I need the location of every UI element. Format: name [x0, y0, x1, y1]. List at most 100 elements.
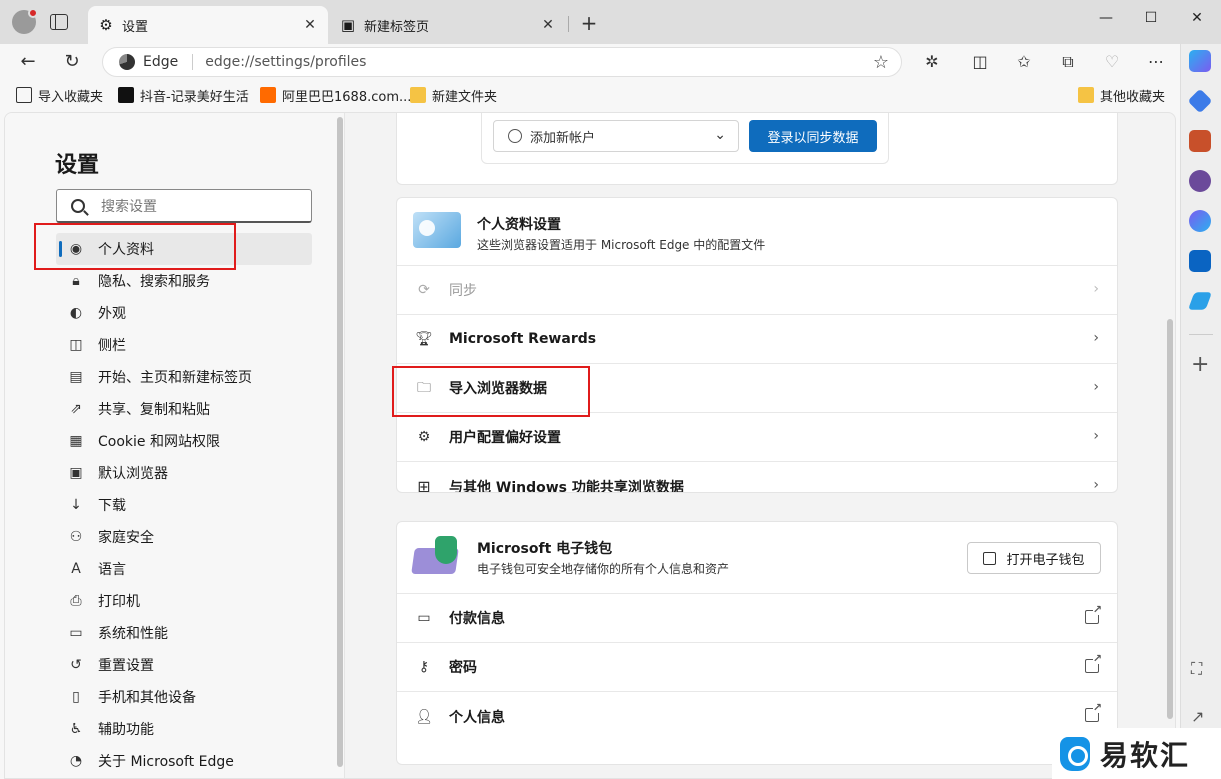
collections-icon[interactable]: ⧉: [1056, 50, 1080, 74]
close-tab-icon[interactable]: ✕: [302, 17, 318, 33]
bookmark-other-favorites[interactable]: 其他收藏夹: [1078, 86, 1166, 105]
microsoft365-icon[interactable]: [1189, 210, 1211, 232]
sidebar-item-sidebar[interactable]: ◫ 侧栏: [56, 329, 312, 361]
bookmark-label: 抖音-记录美好生活: [140, 89, 249, 105]
sidebar-item-label: 外观: [98, 306, 126, 322]
chevron-right-icon: ›: [1093, 379, 1099, 395]
sign-in-sync-button[interactable]: 登录以同步数据: [749, 120, 877, 152]
main-scrollbar[interactable]: [1167, 319, 1173, 719]
favorites-icon[interactable]: ✩: [1012, 50, 1036, 74]
address-bar[interactable]: Edge edge://settings/profiles ☆: [102, 47, 902, 77]
import-favorites-icon: [16, 87, 32, 103]
sidebar-item-accessibility[interactable]: ♿︎ 辅助功能: [56, 713, 312, 745]
gear-icon: ⚙: [99, 16, 113, 34]
search-input[interactable]: 搜索设置: [56, 189, 312, 223]
title-bar: ⚙ 设置 ✕ ▣ 新建标签页 ✕ + — ☐ ✕: [0, 0, 1221, 44]
browser-essentials-icon[interactable]: ♡: [1100, 50, 1124, 74]
row-passwords[interactable]: ⚷ 密码: [397, 643, 1117, 692]
open-external-icon[interactable]: ↗: [1191, 706, 1204, 728]
maximize-button[interactable]: ☐: [1139, 6, 1163, 30]
copilot-icon[interactable]: [1189, 50, 1211, 72]
sidebar-item-about[interactable]: ◔ 关于 Microsoft Edge: [56, 745, 312, 777]
back-button[interactable]: ←: [14, 48, 42, 76]
row-import-browser-data[interactable]: 🗀︎ 导入浏览器数据 ›: [397, 364, 1117, 413]
row-personal-info[interactable]: 👤︎ 个人信息: [397, 692, 1117, 741]
row-profile-preferences[interactable]: ⚙ 用户配置偏好设置 ›: [397, 413, 1117, 462]
sidebar-item-phone[interactable]: ▯ 手机和其他设备: [56, 681, 312, 713]
tools-icon[interactable]: [1189, 130, 1211, 152]
sidebar-item-appearance[interactable]: ◐ 外观: [56, 297, 312, 329]
tab-label: 新建标签页: [364, 19, 430, 35]
printer-icon: ⎙: [70, 593, 82, 609]
favorite-star-icon[interactable]: ☆: [873, 52, 889, 73]
sidebar-item-share[interactable]: ⇗ 共享、复制和粘贴: [56, 393, 312, 425]
profile-settings-header: 个人资料设置 这些浏览器设置适用于 Microsoft Edge 中的配置文件: [397, 198, 1117, 266]
nav-scrollbar[interactable]: [337, 117, 343, 767]
sidebar-item-downloads[interactable]: ↓ 下载: [56, 489, 312, 521]
add-account-dropdown[interactable]: 添加新帐户 ⌄: [493, 120, 739, 152]
close-window-button[interactable]: ✕: [1185, 6, 1209, 30]
open-wallet-button[interactable]: 打开电子钱包: [967, 542, 1101, 574]
sidebar-item-privacy[interactable]: 🔒︎ 隐私、搜索和服务: [56, 265, 312, 297]
bookmark-new-folder[interactable]: 新建文件夹: [410, 86, 497, 105]
row-label: 同步: [449, 283, 477, 299]
sidebar-item-start-home[interactable]: ▤ 开始、主页和新建标签页: [56, 361, 312, 393]
open-external-icon: [1085, 653, 1102, 673]
sidebar-item-label: 辅助功能: [98, 722, 154, 738]
bookmark-1688[interactable]: 阿里巴巴1688.com...: [260, 86, 411, 105]
sidebar-item-languages[interactable]: A 语言: [56, 553, 312, 585]
chevron-right-icon: ›: [1093, 330, 1099, 346]
bookmark-label: 导入收藏夹: [38, 89, 104, 105]
section-subtitle: 电子钱包可安全地存储你的所有个人信息和资产: [477, 562, 730, 576]
row-label: 与其他 Windows 功能共享浏览数据: [449, 479, 684, 493]
tab-label: 设置: [122, 19, 149, 35]
row-share-windows[interactable]: ⊞ 与其他 Windows 功能共享浏览数据 ›: [397, 462, 1117, 493]
refresh-button[interactable]: ↻: [58, 48, 86, 76]
row-sync[interactable]: ⟳ 同步 ›: [397, 266, 1117, 315]
extensions-icon[interactable]: ✲: [920, 50, 944, 74]
download-icon: ↓: [70, 497, 82, 513]
sidebar-item-printers[interactable]: ⎙ 打印机: [56, 585, 312, 617]
lock-icon: 🔒︎: [72, 273, 80, 289]
new-tab-button[interactable]: +: [578, 12, 600, 34]
minimize-button[interactable]: —: [1094, 6, 1118, 30]
row-microsoft-rewards[interactable]: 🏆︎ Microsoft Rewards ›: [397, 315, 1117, 364]
outlook-icon[interactable]: [1189, 250, 1211, 272]
games-icon[interactable]: [1189, 170, 1211, 192]
sidebar-item-label: 打印机: [98, 594, 140, 610]
sidebar-item-reset[interactable]: ↺ 重置设置: [56, 649, 312, 681]
split-screen-icon[interactable]: ◫: [968, 50, 992, 74]
screenshot-icon[interactable]: ⛶: [1191, 658, 1202, 680]
bookmark-douyin[interactable]: 抖音-记录美好生活: [118, 86, 249, 105]
tag-icon[interactable]: [1187, 88, 1213, 114]
toolbar: ← ↻ Edge edge://settings/profiles ☆ ✲ ◫ …: [0, 44, 1180, 80]
sidebar-item-system[interactable]: ▭ 系统和性能: [56, 617, 312, 649]
tab-new-tab[interactable]: ▣ 新建标签页 ✕: [330, 6, 566, 44]
send-icon[interactable]: [1187, 292, 1213, 310]
sidebar-item-profiles[interactable]: ◉ 个人资料: [56, 233, 312, 265]
sidebar-item-family[interactable]: ⚇ 家庭安全: [56, 521, 312, 553]
row-label: 个人信息: [449, 709, 505, 726]
import-folder-icon: 🗀︎: [417, 380, 431, 396]
bookmark-import-favorites[interactable]: 导入收藏夹: [16, 86, 104, 105]
watermark-text: 易软汇: [1100, 738, 1191, 772]
rewards-icon: 🏆︎: [415, 331, 433, 347]
sidebar-item-default-browser[interactable]: ▣ 默认浏览器: [56, 457, 312, 489]
sidebar-item-label: 隐私、搜索和服务: [98, 274, 210, 290]
sidebar-item-cookies[interactable]: ▦ Cookie 和网站权限: [56, 425, 312, 457]
row-payment-info[interactable]: ▭ 付款信息: [397, 594, 1117, 643]
watermark-logo: 易软汇: [1052, 728, 1221, 779]
family-icon: ⚇: [69, 529, 83, 545]
close-tab-icon[interactable]: ✕: [540, 17, 556, 33]
bookmark-label: 其他收藏夹: [1100, 89, 1166, 105]
sidebar-item-label: 共享、复制和粘贴: [98, 402, 210, 418]
profile-avatar-button[interactable]: [12, 8, 38, 34]
sidebar-item-label: 个人资料: [98, 242, 154, 258]
page-title: 设置: [55, 153, 100, 178]
tab-actions-icon[interactable]: [50, 14, 68, 30]
tab-settings[interactable]: ⚙ 设置 ✕: [88, 6, 328, 44]
url-text: edge://settings/profiles: [205, 54, 367, 70]
more-menu-icon[interactable]: ⋯: [1144, 50, 1168, 74]
add-sidebar-app-icon[interactable]: +: [1191, 354, 1209, 376]
add-account-label: 添加新帐户: [530, 130, 596, 146]
